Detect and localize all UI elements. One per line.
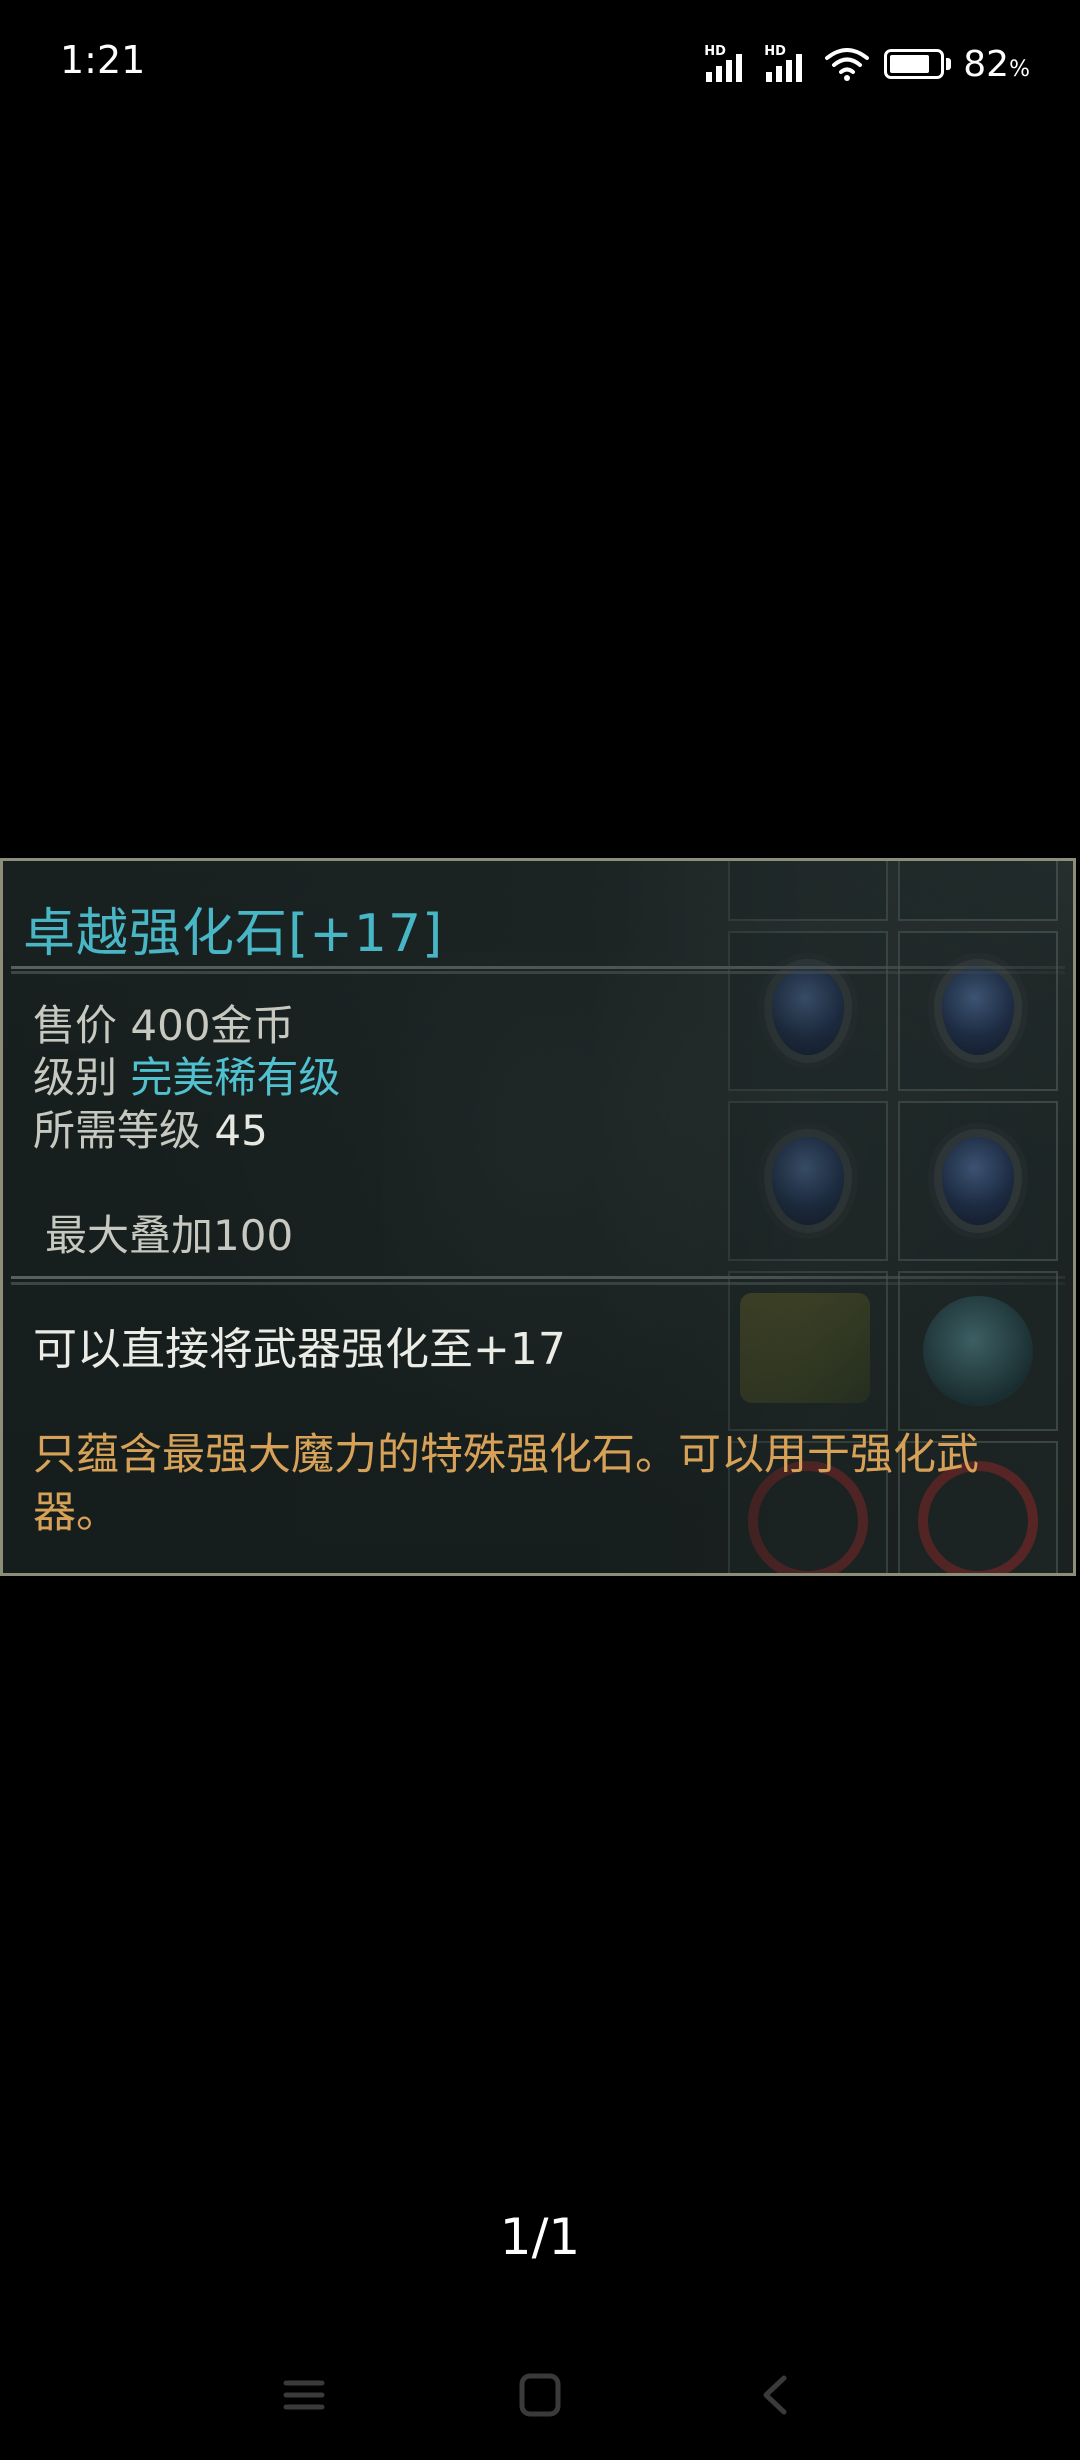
- item-description: 只蕴含最强大魔力的特殊强化石。可以用于强化武器。: [33, 1430, 979, 1538]
- divider: [11, 1282, 1065, 1285]
- required-level-row: 所需等级 45: [33, 1106, 268, 1156]
- signal-icon-1: HD: [704, 44, 754, 84]
- home-icon[interactable]: [510, 2370, 570, 2420]
- price-value: 400金币: [130, 1001, 295, 1050]
- page-counter: 1/1: [499, 2208, 581, 2266]
- item-tooltip: 卓越强化石[+17] 售价 400金币 级别 完美稀有级 所需等级 45 最大叠…: [3, 861, 1073, 1573]
- status-time: 1:21: [60, 38, 146, 82]
- status-icons: HD HD 82%: [704, 38, 1030, 90]
- grade-row: 级别 完美稀有级: [33, 1053, 340, 1103]
- signal-icon-2: HD: [764, 44, 814, 84]
- battery-icon: [884, 49, 945, 79]
- required-level-value: 45: [214, 1106, 268, 1155]
- back-icon[interactable]: [746, 2370, 806, 2420]
- price-label: 售价: [33, 1001, 118, 1050]
- battery-tip: [946, 58, 952, 70]
- wifi-icon: [824, 46, 870, 82]
- battery-fill: [890, 55, 930, 73]
- price-row: 售价 400金币: [33, 1001, 295, 1051]
- max-stack-row: 最大叠加100: [45, 1211, 293, 1261]
- max-stack-value: 100: [213, 1211, 294, 1260]
- battery-percent: 82%: [963, 43, 1030, 85]
- required-level-label: 所需等级: [33, 1106, 202, 1155]
- navigation-bar: [0, 2350, 1080, 2440]
- item-effect: 可以直接将武器强化至+17: [33, 1324, 566, 1375]
- grade-value: 完美稀有级: [130, 1053, 341, 1102]
- divider: [11, 1276, 1065, 1279]
- item-title: 卓越强化石[+17]: [23, 904, 444, 964]
- game-screenshot: 卓越强化石[+17] 售价 400金币 级别 完美稀有级 所需等级 45 最大叠…: [0, 858, 1076, 1576]
- menu-icon[interactable]: [274, 2370, 334, 2420]
- max-stack-label: 最大叠加: [45, 1211, 214, 1260]
- grade-label: 级别: [33, 1053, 118, 1102]
- divider: [11, 966, 1065, 969]
- status-bar: 1:21 HD HD 82%: [0, 0, 1080, 130]
- divider: [11, 971, 1065, 974]
